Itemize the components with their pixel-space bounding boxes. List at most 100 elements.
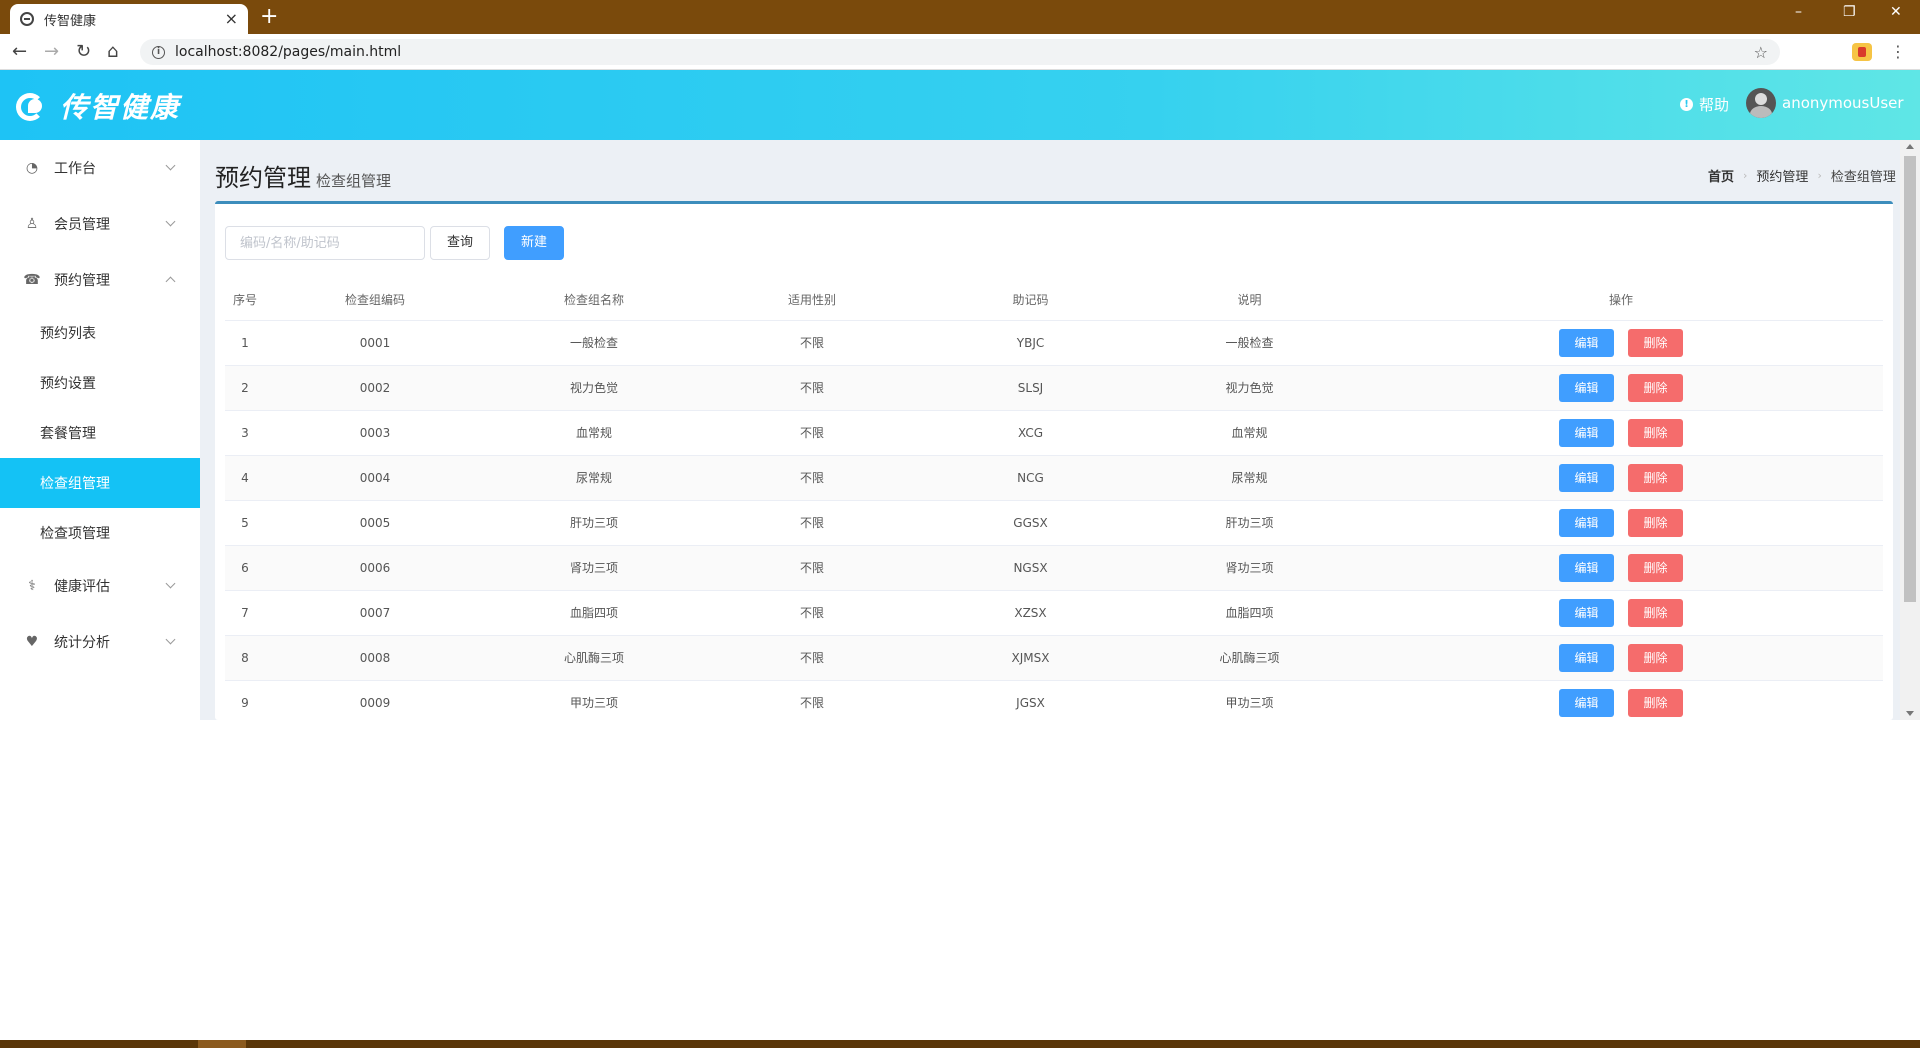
edit-button[interactable]: 编辑 — [1559, 418, 1614, 447]
sidebar-subitem-package-management[interactable]: 套餐管理 — [0, 408, 200, 458]
search-input[interactable] — [225, 226, 425, 260]
delete-button[interactable]: 删除 — [1628, 328, 1683, 357]
col-header-helpcode: 助记码 — [921, 280, 1140, 321]
scroll-up-icon[interactable] — [1906, 144, 1914, 149]
user-menu[interactable]: anonymousUser — [1746, 88, 1904, 118]
edit-button[interactable]: 编辑 — [1559, 463, 1614, 492]
sidebar-item-members[interactable]: ♙ 会员管理 — [0, 196, 200, 252]
breadcrumb: 首页 › 预约管理 › 检查组管理 — [1708, 166, 1896, 185]
delete-button[interactable]: 删除 — [1628, 553, 1683, 582]
col-header-remark: 说明 — [1140, 280, 1359, 321]
avatar — [1746, 88, 1776, 118]
window-close-icon[interactable]: ✕ — [1890, 4, 1902, 20]
cell-code: 0007 — [265, 590, 485, 636]
query-button[interactable]: 查询 — [430, 226, 490, 260]
new-tab-button[interactable]: + — [260, 5, 278, 29]
cell-actions: 编辑 删除 — [1359, 635, 1883, 681]
chevron-down-icon — [165, 216, 176, 227]
browser-menu-icon[interactable]: ⋮ — [1890, 42, 1906, 62]
breadcrumb-home[interactable]: 首页 — [1708, 166, 1734, 185]
restore-icon[interactable]: ❐ — [1843, 4, 1856, 20]
cell-helpcode: GGSX — [921, 500, 1140, 546]
sidebar-item-statistics[interactable]: ♥ 统计分析 — [0, 614, 200, 670]
reservation-icon: ☎ — [23, 272, 41, 288]
cell-actions: 编辑 删除 — [1359, 455, 1883, 501]
sidebar: ◔ 工作台 ♙ 会员管理 ☎ 预约管理 预约列表 预约设置 套餐管理 检查组管理… — [0, 140, 200, 720]
sidebar-subitem-reservation-settings[interactable]: 预约设置 — [0, 358, 200, 408]
edit-button[interactable]: 编辑 — [1559, 688, 1614, 717]
edit-button[interactable]: 编辑 — [1559, 328, 1614, 357]
cell-sex: 不限 — [703, 680, 921, 720]
cell-sex: 不限 — [703, 410, 921, 456]
delete-button[interactable]: 删除 — [1628, 508, 1683, 537]
table-row: 2 0002 视力色觉 不限 SLSJ 视力色觉 编辑 删除 — [225, 365, 1883, 411]
logo-text: 传智健康 — [60, 91, 181, 124]
cell-helpcode: JGSX — [921, 680, 1140, 720]
cell-name: 肾功三项 — [485, 545, 703, 591]
cell-name: 视力色觉 — [485, 365, 703, 411]
bookmark-star-icon[interactable]: ☆ — [1754, 43, 1768, 62]
sidebar-item-dashboard[interactable]: ◔ 工作台 — [0, 140, 200, 196]
cell-name: 尿常规 — [485, 455, 703, 501]
tab-close-icon[interactable]: × — [225, 11, 238, 27]
table-row: 3 0003 血常规 不限 XCG 血常规 编辑 删除 — [225, 410, 1883, 456]
cell-remark: 一般检查 — [1140, 320, 1359, 366]
sidebar-subitem-checkgroup-management[interactable]: 检查组管理 — [0, 458, 200, 508]
edit-button[interactable]: 编辑 — [1559, 508, 1614, 537]
cell-no: 1 — [225, 320, 265, 366]
reload-icon[interactable]: ↻ — [76, 42, 91, 62]
url-text[interactable]: localhost:8082/pages/main.html — [175, 44, 1754, 60]
scrollbar-thumb[interactable] — [1904, 156, 1916, 602]
col-header-name: 检查组名称 — [485, 280, 703, 321]
delete-button[interactable]: 删除 — [1628, 418, 1683, 447]
vertical-scrollbar[interactable] — [1900, 140, 1920, 720]
cell-remark: 肝功三项 — [1140, 500, 1359, 546]
cell-name: 甲功三项 — [485, 680, 703, 720]
omnibox[interactable]: i localhost:8082/pages/main.html ☆ — [140, 39, 1780, 65]
app-header: 传智健康 ! 帮助 anonymousUser — [0, 70, 1920, 140]
sidebar-subitem-checkitem-management[interactable]: 检查项管理 — [0, 508, 200, 558]
chevron-down-icon — [165, 634, 176, 645]
breadcrumb-reservation[interactable]: 预约管理 — [1756, 166, 1808, 185]
delete-button[interactable]: 删除 — [1628, 598, 1683, 627]
cell-no: 5 — [225, 500, 265, 546]
edit-button[interactable]: 编辑 — [1559, 598, 1614, 627]
logo: 传智健康 — [14, 86, 180, 126]
edit-button[interactable]: 编辑 — [1559, 373, 1614, 402]
cell-no: 9 — [225, 680, 265, 720]
cell-sex: 不限 — [703, 365, 921, 411]
sidebar-subitem-reservation-list[interactable]: 预约列表 — [0, 308, 200, 358]
cell-actions: 编辑 删除 — [1359, 590, 1883, 636]
edit-button[interactable]: 编辑 — [1559, 643, 1614, 672]
browser-tab[interactable]: 传智健康 × — [10, 4, 248, 34]
cell-sex: 不限 — [703, 590, 921, 636]
scroll-down-icon[interactable] — [1906, 711, 1914, 716]
delete-button[interactable]: 删除 — [1628, 463, 1683, 492]
new-button[interactable]: 新建 — [504, 226, 564, 260]
cell-helpcode: XCG — [921, 410, 1140, 456]
globe-icon — [20, 12, 34, 26]
cell-name: 血脂四项 — [485, 590, 703, 636]
delete-button[interactable]: 删除 — [1628, 643, 1683, 672]
browser-tab-bar: 传智健康 × + – ❐ ✕ — [0, 0, 1920, 34]
forward-icon[interactable]: → — [44, 42, 59, 62]
home-icon[interactable]: ⌂ — [107, 42, 118, 62]
cell-name: 一般检查 — [485, 320, 703, 366]
address-bar: ← → ↻ ⌂ i localhost:8082/pages/main.html… — [0, 34, 1920, 70]
cell-actions: 编辑 删除 — [1359, 365, 1883, 411]
stethoscope-icon: ⚕ — [28, 578, 36, 594]
table-header-row: 序号 检查组编码 检查组名称 适用性别 助记码 说明 操作 — [225, 280, 1883, 321]
sidebar-item-reservation[interactable]: ☎ 预约管理 — [0, 252, 200, 308]
info-icon[interactable]: i — [152, 45, 165, 59]
delete-button[interactable]: 删除 — [1628, 373, 1683, 402]
cell-remark: 血脂四项 — [1140, 590, 1359, 636]
minimize-icon[interactable]: – — [1795, 4, 1802, 20]
cell-no: 6 — [225, 545, 265, 591]
cell-sex: 不限 — [703, 500, 921, 546]
back-icon[interactable]: ← — [12, 42, 27, 62]
delete-button[interactable]: 删除 — [1628, 688, 1683, 717]
help-link[interactable]: ! 帮助 — [1680, 94, 1729, 115]
edit-button[interactable]: 编辑 — [1559, 553, 1614, 582]
extension-icon[interactable] — [1852, 43, 1872, 61]
sidebar-item-health-assessment[interactable]: ⚕ 健康评估 — [0, 558, 200, 614]
